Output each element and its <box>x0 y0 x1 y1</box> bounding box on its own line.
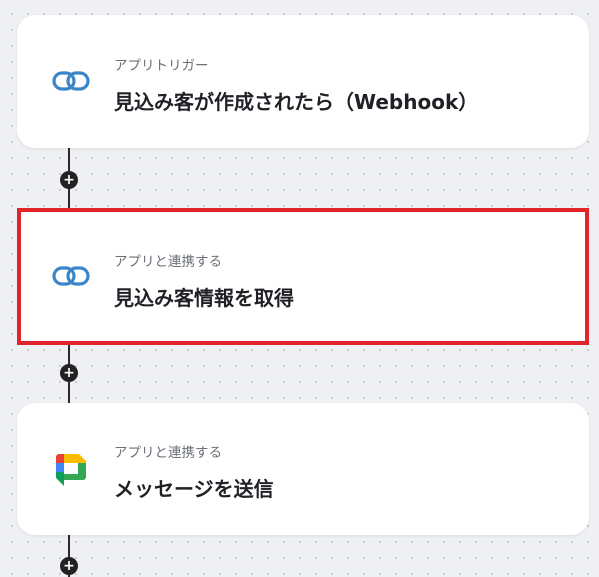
step-subtitle: アプリと連携する <box>114 254 222 270</box>
step-title: 見込み客が作成されたら（Webhook） <box>114 90 479 114</box>
link-chain-icon <box>51 61 91 101</box>
link-chain-icon <box>51 256 91 296</box>
flow-step-send-message[interactable]: アプリと連携する メッセージを送信 <box>17 403 589 535</box>
google-chat-icon <box>51 450 91 490</box>
add-step-button[interactable]: + <box>60 557 78 575</box>
flow-step-trigger[interactable]: アプリトリガー 見込み客が作成されたら（Webhook） <box>17 15 589 148</box>
step-subtitle: アプリと連携する <box>114 445 222 461</box>
flow-step-get-lead-info[interactable]: アプリと連携する 見込み客情報を取得 <box>17 208 589 345</box>
add-step-button[interactable]: + <box>60 364 78 382</box>
add-step-button[interactable]: + <box>60 171 78 189</box>
step-title: 見込み客情報を取得 <box>114 286 294 310</box>
step-subtitle: アプリトリガー <box>114 58 209 74</box>
step-title: メッセージを送信 <box>114 477 274 501</box>
